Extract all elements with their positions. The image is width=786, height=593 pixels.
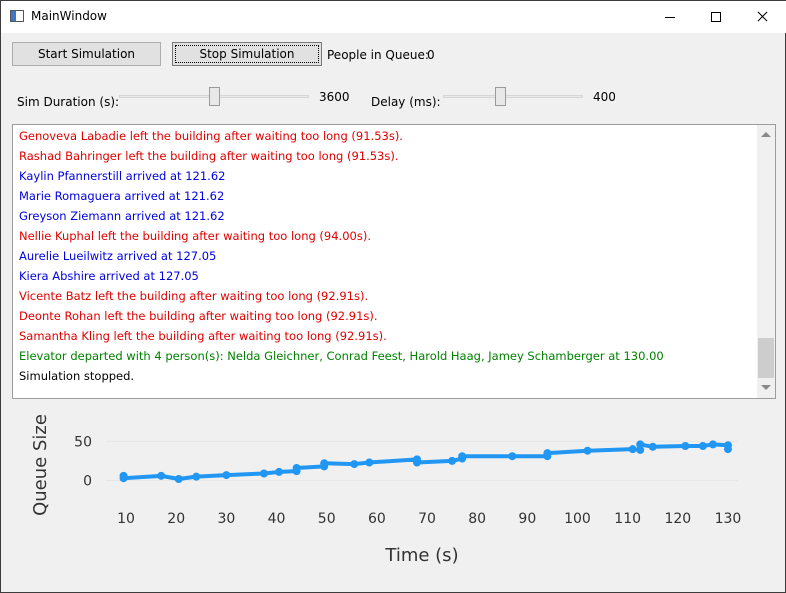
close-button[interactable] — [739, 1, 785, 33]
stop-simulation-button[interactable]: Stop Simulation — [172, 42, 322, 66]
queue-count: 0 — [427, 48, 435, 62]
x-tick-label: 20 — [167, 511, 185, 527]
data-point — [320, 459, 329, 468]
start-simulation-button[interactable]: Start Simulation — [12, 42, 161, 66]
sim-duration-slider[interactable] — [119, 87, 309, 107]
x-tick-label: 40 — [268, 511, 286, 527]
data-point — [412, 458, 421, 467]
scroll-up-icon[interactable] — [761, 132, 771, 137]
main-window: MainWindow Start Simulation Stop Simulat… — [0, 0, 786, 593]
data-point — [292, 464, 301, 472]
scroll-thumb[interactable] — [758, 338, 774, 378]
log-line: Greyson Ziemann arrived at 121.62 — [19, 209, 225, 223]
data-point — [275, 467, 284, 476]
log-line: Simulation stopped. — [19, 369, 135, 383]
delay-value: 400 — [593, 90, 616, 104]
data-point — [708, 440, 717, 449]
delay-label: Delay (ms): — [371, 95, 441, 109]
y-tick-label: 0 — [83, 474, 92, 490]
queue-size-chart: 0 50 10 20 30 40 50 60 70 80 90 100 110 120 130 Time (s… — [12, 403, 776, 583]
data-point — [222, 471, 231, 480]
x-tick-label: 90 — [518, 511, 536, 527]
log-line: Kaylin Pfannerstill arrived at 121.62 — [19, 169, 226, 183]
data-point — [583, 446, 592, 455]
data-point — [157, 471, 166, 480]
log-line: Genoveva Labadie left the building after… — [19, 129, 403, 143]
x-tick-label: 100 — [564, 511, 591, 527]
data-point — [698, 442, 707, 450]
log-line: Vicente Batz left the building after wai… — [19, 289, 369, 303]
queue-label: People in Queue: — [327, 48, 429, 62]
data-point — [723, 445, 732, 454]
data-point — [628, 445, 637, 454]
data-point — [448, 456, 457, 465]
x-tick-label: 120 — [664, 511, 691, 527]
y-tick-label: 50 — [74, 434, 92, 450]
data-point — [681, 442, 690, 450]
data-point — [508, 452, 517, 461]
data-point — [636, 440, 645, 449]
y-axis-title: Queue Size — [30, 414, 51, 516]
log-line: Deonte Rohan left the building after wai… — [19, 309, 378, 323]
delay-slider[interactable] — [443, 87, 583, 107]
log-line: Nellie Kuphal left the building after wa… — [19, 229, 371, 243]
log-line: Samantha Kling left the building after w… — [19, 329, 387, 343]
x-tick-label: 70 — [418, 511, 436, 527]
chart-canvas: 0 50 10 20 30 40 50 60 70 80 90 100 110 120 130 Time (s… — [30, 414, 742, 566]
x-tick-label: 110 — [614, 511, 641, 527]
sim-duration-value: 3600 — [319, 90, 350, 104]
data-point — [119, 474, 128, 483]
log-line: Marie Romaguera arrived at 121.62 — [19, 189, 225, 203]
slider-track[interactable] — [443, 95, 583, 98]
log-scrollbar[interactable] — [757, 125, 775, 398]
x-tick-label: 50 — [318, 511, 336, 527]
x-tick-label: 130 — [715, 511, 742, 527]
data-point — [174, 475, 183, 483]
x-tick-label: 80 — [468, 511, 486, 527]
maximize-button[interactable] — [693, 1, 739, 33]
x-axis-title: Time (s) — [384, 545, 458, 566]
sim-duration-label: Sim Duration (s): — [17, 95, 120, 109]
data-point — [648, 442, 657, 451]
data-point — [260, 469, 268, 478]
log-line: Aurelie Lueilwitz arrived at 127.05 — [19, 249, 217, 263]
data-point — [365, 458, 374, 467]
log-line: Elevator departed with 4 person(s): Neld… — [19, 349, 664, 363]
x-tick-label: 30 — [217, 511, 235, 527]
event-log[interactable]: Genoveva Labadie left the building after… — [12, 124, 776, 399]
x-tick-label: 60 — [368, 511, 386, 527]
slider-thumb[interactable] — [209, 87, 220, 106]
log-line: Kiera Abshire arrived at 127.05 — [19, 269, 199, 283]
log-line: Rashad Bahringer left the building after… — [19, 149, 399, 163]
window-title: MainWindow — [31, 9, 107, 23]
minimize-button[interactable] — [647, 1, 693, 33]
data-point — [350, 460, 359, 469]
slider-thumb[interactable] — [495, 87, 506, 106]
data-point — [458, 452, 467, 461]
x-tick-label: 10 — [117, 511, 135, 527]
title-bar[interactable]: MainWindow — [1, 1, 786, 33]
app-window-icon — [10, 10, 24, 22]
data-point — [543, 449, 552, 458]
scroll-down-icon[interactable] — [761, 385, 771, 390]
data-point — [192, 472, 201, 481]
